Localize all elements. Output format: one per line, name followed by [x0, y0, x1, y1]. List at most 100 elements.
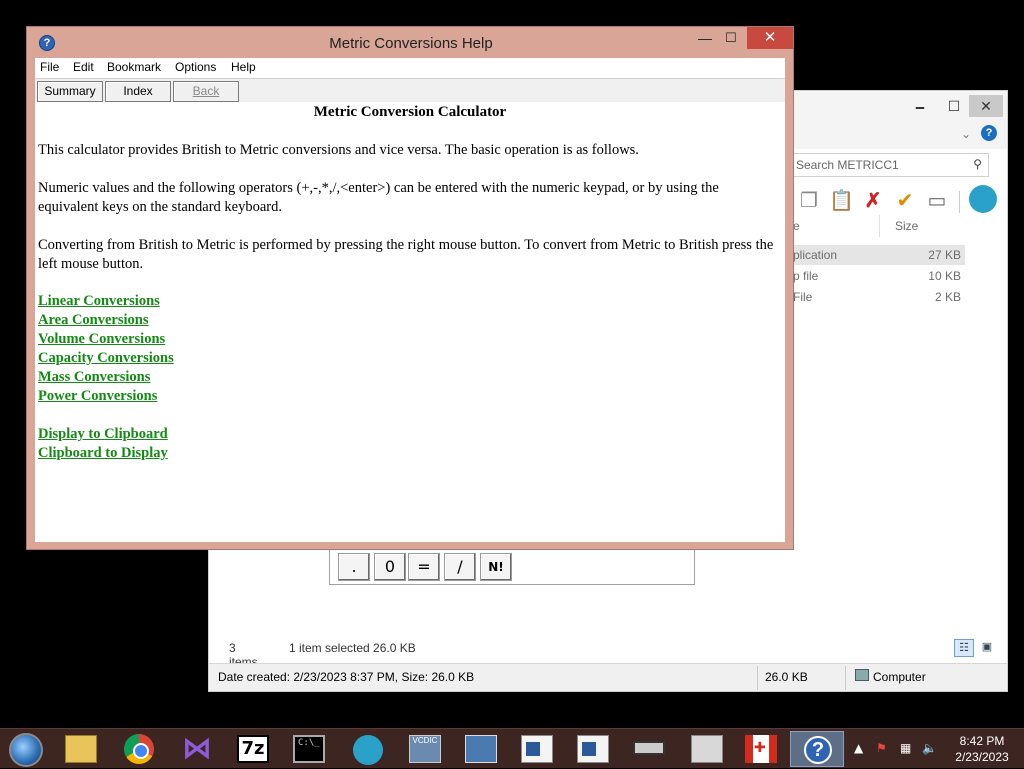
- explorer-close-button[interactable]: ✕: [969, 95, 1003, 117]
- help-window: ? Metric Conversions Help — ☐ ✕ File Edi…: [26, 26, 794, 550]
- minimize-button[interactable]: —: [691, 29, 719, 49]
- location-text: Computer: [873, 670, 926, 684]
- picture-icon[interactable]: [465, 735, 497, 763]
- action-center-flag-icon[interactable]: ⚑: [876, 741, 887, 755]
- conversion-paragraph: Converting from British to Metric is per…: [38, 237, 774, 272]
- link-capacity-conversions[interactable]: Capacity Conversions: [38, 350, 174, 367]
- link-power-conversions[interactable]: Power Conversions: [38, 388, 157, 405]
- taskbar-document-app[interactable]: [510, 731, 564, 767]
- explorer-toolbar: ❐ 📋 ✗ ✔ ▭: [789, 183, 1009, 217]
- explorer-help-icon[interactable]: ?: [981, 125, 997, 141]
- search-input[interactable]: Search METRICC1: [796, 158, 899, 172]
- taskbar-start[interactable]: [0, 731, 54, 767]
- chrome-icon[interactable]: [124, 734, 154, 764]
- menu-edit[interactable]: Edit: [73, 60, 94, 74]
- vcdic-icon[interactable]: VCDIC: [409, 735, 441, 763]
- taskbar: ⋈ 7z C:\_ VCDIC ? ▲ ⚑ ▦ 🔈 8:42 PM 2/23/2…: [0, 728, 1024, 768]
- taskbar-monitor-app[interactable]: [680, 731, 734, 767]
- system-tray: ▲ ⚑ ▦ 🔈 8:42 PM 2/23/2023: [850, 729, 1024, 769]
- maximize-button[interactable]: ☐: [717, 29, 745, 49]
- calculator-keypad: . 0 = / N!: [329, 549, 695, 585]
- volume-icon[interactable]: 🔈: [922, 741, 937, 755]
- file-name: File: [793, 290, 813, 304]
- expand-ribbon-chevron-icon[interactable]: ⌄: [961, 127, 971, 141]
- link-volume-conversions[interactable]: Volume Conversions: [38, 331, 165, 348]
- taskbar-help-app[interactable]: ?: [790, 731, 844, 767]
- search-box[interactable]: Search METRICC1 ⚲: [789, 153, 989, 177]
- file-row[interactable]: File 2 KB: [789, 287, 965, 307]
- start-orb-icon[interactable]: [9, 733, 43, 767]
- details-divider: [845, 666, 846, 690]
- summary-button[interactable]: Summary: [37, 81, 103, 102]
- taskbar-chrome[interactable]: [112, 731, 166, 767]
- calc-key-decimal[interactable]: .: [338, 553, 370, 581]
- properties-icon[interactable]: ▭: [925, 189, 949, 213]
- file-size-text: 26.0 KB: [765, 670, 808, 684]
- close-button[interactable]: ✕: [747, 27, 793, 49]
- taskbar-file-explorer[interactable]: [54, 731, 108, 767]
- link-area-conversions[interactable]: Area Conversions: [38, 312, 149, 329]
- document-icon[interactable]: [577, 735, 609, 763]
- taskbar-image-app[interactable]: [454, 731, 508, 767]
- taskbar-document-app-2[interactable]: [566, 731, 620, 767]
- details-divider: [757, 666, 758, 690]
- monitor-icon[interactable]: [691, 735, 723, 763]
- shell-icon[interactable]: [353, 735, 383, 765]
- command-prompt-icon[interactable]: C:\_: [293, 735, 325, 763]
- large-icons-view-icon[interactable]: ▣: [977, 639, 997, 657]
- rename-check-icon[interactable]: ✔: [893, 189, 917, 213]
- file-size: 10 KB: [928, 269, 961, 283]
- taskbar-utility-app[interactable]: [622, 731, 676, 767]
- canada-flag-icon[interactable]: [745, 735, 777, 763]
- explorer-maximize-button[interactable]: ☐: [937, 95, 971, 117]
- clock-date[interactable]: 2/23/2023: [946, 750, 1018, 764]
- taskbar-command-prompt[interactable]: C:\_: [282, 731, 336, 767]
- toolbar-divider: [959, 191, 960, 213]
- menu-options[interactable]: Options: [175, 60, 216, 74]
- taskbar-visual-studio[interactable]: ⋈: [170, 731, 224, 767]
- calc-key-zero[interactable]: 0: [374, 553, 406, 581]
- file-row[interactable]: p file 10 KB: [789, 266, 965, 286]
- details-view-icon[interactable]: ☷: [954, 639, 974, 657]
- delete-icon[interactable]: ✗: [861, 189, 885, 213]
- calc-key-divide[interactable]: /: [444, 553, 476, 581]
- menu-file[interactable]: File: [40, 60, 59, 74]
- taskbar-shell-app[interactable]: [342, 731, 396, 767]
- copy-icon[interactable]: ❐: [797, 189, 821, 213]
- column-divider[interactable]: [879, 215, 880, 237]
- shell-icon[interactable]: [969, 185, 997, 213]
- help-button-bar: Summary Index Back: [35, 78, 785, 102]
- bar-icon[interactable]: [633, 741, 665, 755]
- visual-studio-icon[interactable]: ⋈: [181, 734, 213, 764]
- show-hidden-icons-icon[interactable]: ▲: [854, 741, 863, 755]
- paste-icon[interactable]: 📋: [829, 189, 854, 213]
- folder-icon[interactable]: [65, 735, 97, 763]
- selection-info: 1 item selected 26.0 KB: [289, 641, 416, 655]
- link-display-to-clipboard[interactable]: Display to Clipboard: [38, 426, 168, 443]
- taskbar-7zip[interactable]: 7z: [226, 731, 280, 767]
- menu-bookmark[interactable]: Bookmark: [107, 60, 161, 74]
- file-details-text: Date created: 2/23/2023 8:37 PM, Size: 2…: [218, 670, 475, 684]
- document-icon[interactable]: [521, 735, 553, 763]
- network-icon[interactable]: ▦: [900, 741, 911, 755]
- menu-help[interactable]: Help: [231, 60, 256, 74]
- menu-bar: File Edit Bookmark Options Help: [35, 58, 785, 78]
- back-button: Back: [173, 81, 239, 102]
- help-icon[interactable]: ?: [804, 736, 832, 764]
- link-mass-conversions[interactable]: Mass Conversions: [38, 369, 150, 386]
- calc-key-factorial[interactable]: N!: [480, 553, 512, 581]
- link-clipboard-to-display[interactable]: Clipboard to Display: [38, 445, 168, 462]
- column-header-size[interactable]: Size: [895, 219, 918, 233]
- help-content: Metric Conversion Calculator This calcul…: [35, 102, 785, 542]
- search-icon[interactable]: ⚲: [973, 157, 982, 171]
- taskbar-vcdic[interactable]: VCDIC: [398, 731, 452, 767]
- calc-key-equals[interactable]: =: [408, 553, 440, 581]
- clock-time[interactable]: 8:42 PM: [946, 734, 1018, 748]
- explorer-minimize-button[interactable]: 🗕: [903, 95, 937, 117]
- taskbar-canada-app[interactable]: [734, 731, 788, 767]
- file-row[interactable]: plication 27 KB: [789, 245, 965, 265]
- index-button[interactable]: Index: [105, 81, 171, 102]
- column-header-name[interactable]: e: [793, 219, 800, 233]
- link-linear-conversions[interactable]: Linear Conversions: [38, 293, 160, 310]
- seven-zip-icon[interactable]: 7z: [237, 735, 269, 763]
